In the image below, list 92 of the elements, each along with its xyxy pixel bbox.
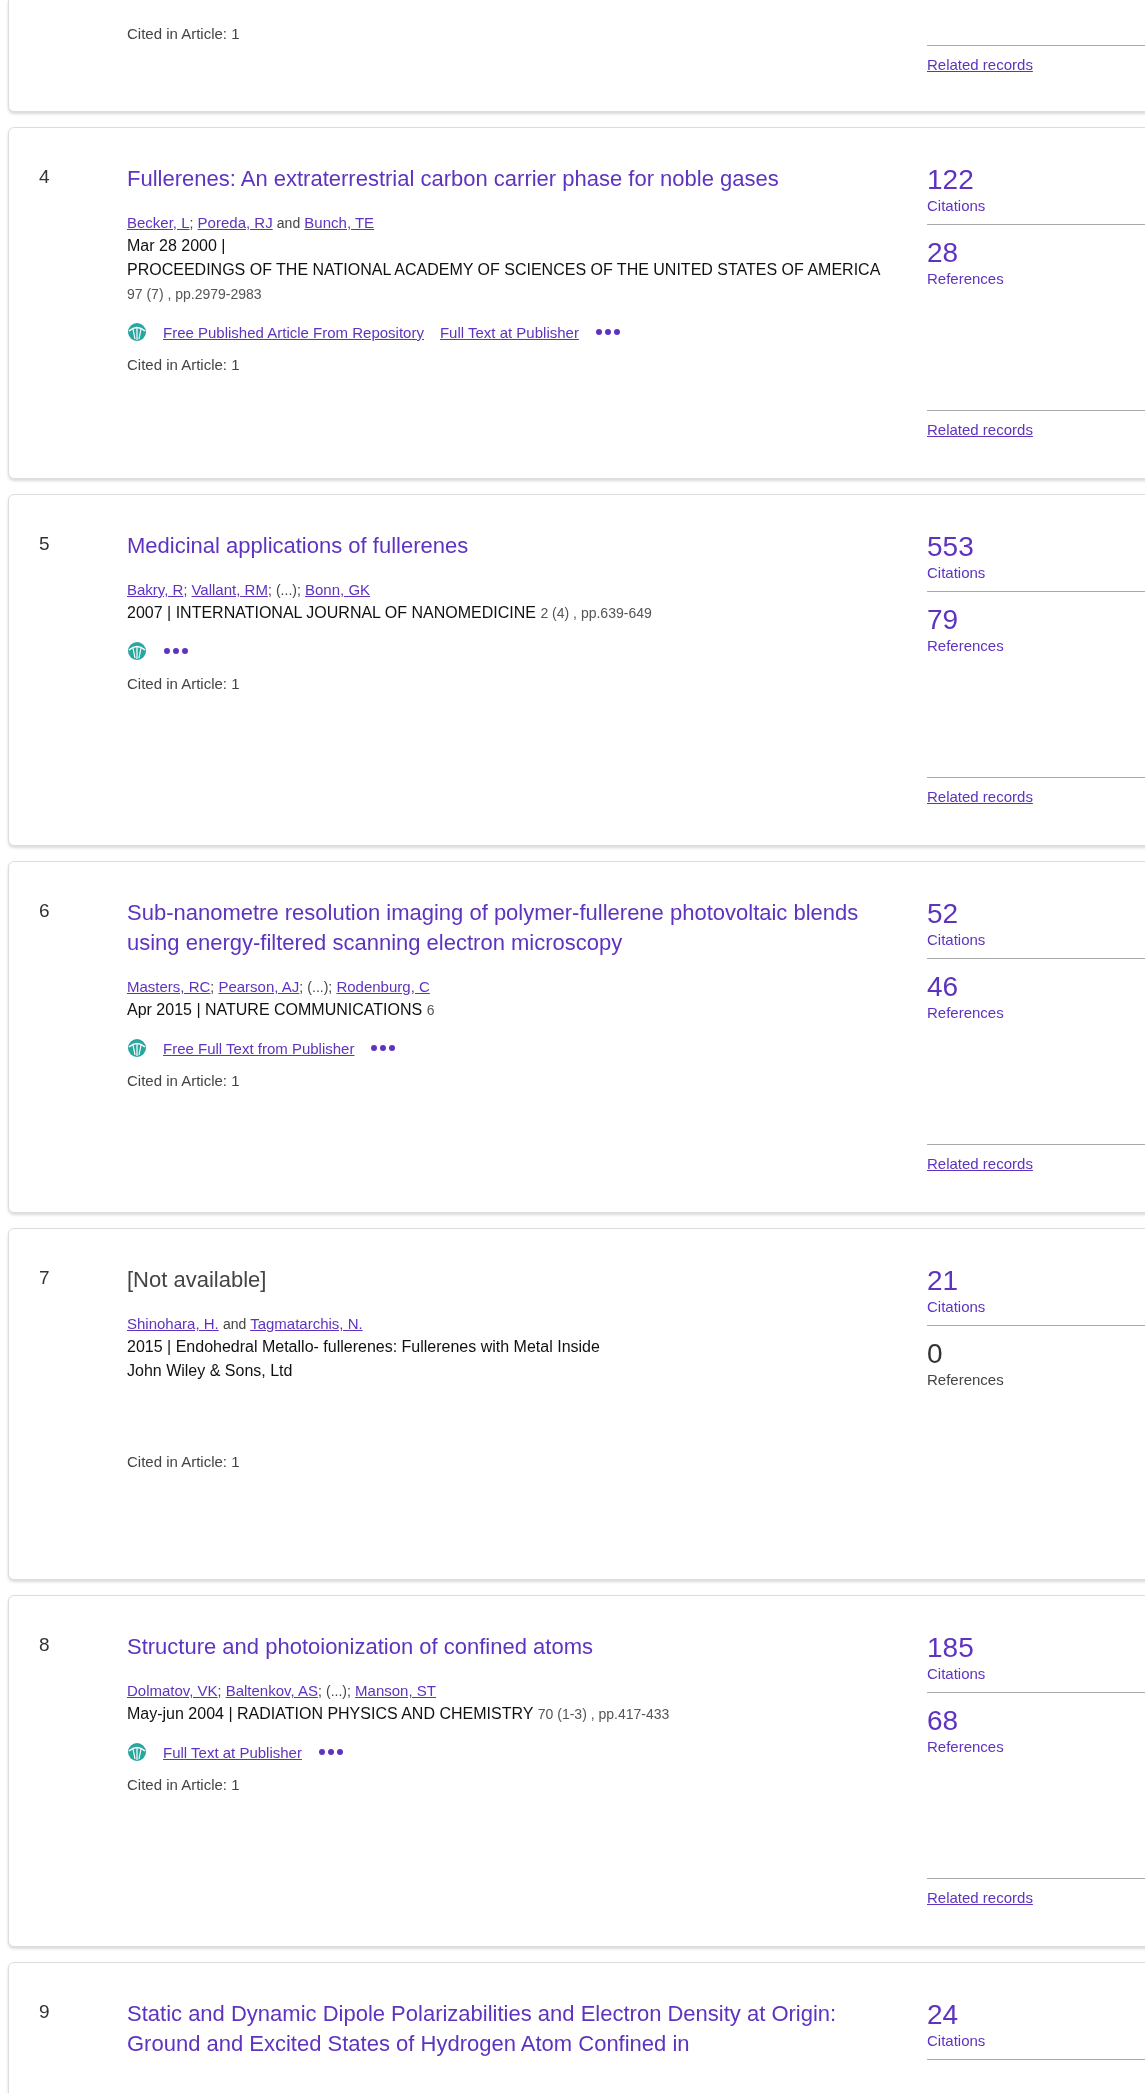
author-separator: (...); <box>275 582 301 598</box>
publisher: John Wiley & Sons, Ltd <box>127 1362 293 1379</box>
author-separator: (...); <box>326 1683 351 1699</box>
publication-date: Apr 2015 | <box>127 1001 201 1018</box>
author-link[interactable]: Bunch, TE <box>304 214 375 231</box>
cited-count: Cited in Article: 1 <box>127 25 241 42</box>
record-number: 9 <box>38 2000 51 2023</box>
author-link[interactable]: Becker, L <box>127 214 190 231</box>
author-separator: ; <box>299 979 304 995</box>
cited-count: Cited in Article: 1 <box>127 675 241 692</box>
volume-pages: 97 (7) , pp.2979-2983 <box>127 285 262 304</box>
full-text-link[interactable]: Free Full Text from Publisher <box>163 1039 355 1057</box>
author-link[interactable]: Dolmatov, VK <box>127 1682 218 1699</box>
record-title[interactable]: Static and Dynamic Dipole Polarizabilities and Electron Density at Origin: Ground and Excited States of Hydrogen Atom Confined in <box>127 1999 897 2059</box>
cited-count: Cited in Article: 1 <box>127 1072 241 1089</box>
count-link[interactable]: 52 <box>927 898 959 930</box>
record-title[interactable]: Sub-nanometre resolution imaging of polymer-fullerene photovoltaic blends using energy-filtered scanning electron microscopy <box>127 898 897 958</box>
record-number: 6 <box>38 899 51 922</box>
author-separator: ; <box>189 215 194 231</box>
count-link[interactable]: 28 <box>927 237 959 269</box>
more-icon[interactable] <box>163 647 189 655</box>
record-number: 4 <box>38 165 51 188</box>
full-text-link[interactable]: Full Text at Publisher <box>439 323 579 341</box>
count-link[interactable]: 79 <box>927 604 959 636</box>
journal-name: Endohedral Metallo- fullerenes: Fullerenes with Metal Inside <box>175 1337 600 1357</box>
author-link[interactable]: Shinohara, H. <box>127 1315 219 1332</box>
count-link[interactable]: 553 <box>927 531 974 563</box>
author-separator: and <box>222 1316 247 1332</box>
metric-link[interactable]: Citations <box>927 1297 986 1317</box>
author-link[interactable]: Rodenburg, C <box>336 978 430 995</box>
metric-link[interactable]: Citations <box>927 930 986 950</box>
record-title[interactable]: Structure and photoionization of confined atoms <box>127 1632 897 1662</box>
record-number: 8 <box>38 1633 51 1656</box>
full-text-link[interactable]: Free Published Article From Repository <box>163 323 424 341</box>
publication-date: Mar 28 2000 | <box>127 237 226 254</box>
author-separator: (...); <box>307 979 333 995</box>
full-text-link[interactable]: Full Text at Publisher <box>163 1743 302 1761</box>
related-records-link[interactable]: Related records <box>927 56 1033 73</box>
count-value: 0 <box>927 1338 943 1370</box>
publication-date: 2007 | <box>127 604 172 621</box>
metric-link[interactable]: Citations <box>927 2031 986 2051</box>
count-link[interactable]: 24 <box>927 1999 959 2031</box>
related-records-link[interactable]: Related records <box>927 1155 1033 1172</box>
count-link[interactable]: 46 <box>927 971 959 1003</box>
related-records-link[interactable]: Related records <box>927 1889 1033 1906</box>
record-title[interactable]: Fullerenes: An extraterrestrial carbon carrier phase for noble gases <box>127 164 897 194</box>
more-icon[interactable] <box>594 328 621 336</box>
metric-link[interactable]: References <box>927 636 1004 656</box>
count-link[interactable]: 122 <box>927 164 974 196</box>
volume-pages: 70 (1-3) , pp.417-433 <box>537 1705 670 1724</box>
author-separator: ; <box>183 582 188 598</box>
journal-name: RADIATION PHYSICS AND CHEMISTRY <box>237 1704 534 1724</box>
record-title[interactable]: Medicinal applications of fullerenes <box>127 531 897 561</box>
cited-count: Cited in Article: 1 <box>127 356 241 373</box>
author-link[interactable]: Vallant, RM <box>191 581 268 598</box>
journal-name: INTERNATIONAL JOURNAL OF NANOMEDICINE <box>175 603 536 623</box>
metric-link[interactable]: Citations <box>927 196 986 216</box>
author-separator: ; <box>217 1683 222 1699</box>
metric-link[interactable]: References <box>927 269 1004 289</box>
author-link[interactable]: Manson, ST <box>355 1682 436 1699</box>
metric-link[interactable]: Citations <box>927 563 986 583</box>
author-link[interactable]: Poreda, RJ <box>197 214 273 231</box>
count-link[interactable]: 185 <box>927 1632 974 1664</box>
metric-link[interactable]: References <box>927 1003 1004 1023</box>
author-separator: ; <box>267 582 272 598</box>
author-link[interactable]: Bonn, GK <box>305 581 371 598</box>
metric-caption: References <box>927 1370 1004 1390</box>
metric-link[interactable]: References <box>927 1737 1004 1757</box>
author-separator: ; <box>317 1683 322 1699</box>
related-records-link[interactable]: Related records <box>927 788 1033 805</box>
author-link[interactable]: Pearson, AJ <box>218 978 300 995</box>
metric-link[interactable]: Citations <box>927 1664 986 1684</box>
more-icon[interactable] <box>317 1748 344 1756</box>
count-link[interactable]: 21 <box>927 1265 959 1297</box>
journal-name: PROCEEDINGS OF THE NATIONAL ACADEMY OF SCIENCES OF THE UNITED STATES OF AMERICA <box>127 260 881 280</box>
cited-count: Cited in Article: 1 <box>127 1776 241 1793</box>
author-link[interactable]: Tagmatarchis, N. <box>250 1315 363 1332</box>
journal-name: NATURE COMMUNICATIONS <box>205 1000 423 1020</box>
author-separator: and <box>276 215 301 231</box>
volume-pages: 2 (4) , pp.639-649 <box>540 604 652 623</box>
more-icon[interactable] <box>370 1044 397 1052</box>
author-link[interactable]: Baltenkov, AS <box>225 1682 318 1699</box>
record-number: 7 <box>38 1266 51 1289</box>
author-separator: ; <box>210 979 215 995</box>
cited-count: Cited in Article: 1 <box>127 1453 241 1470</box>
related-records-link[interactable]: Related records <box>927 421 1033 438</box>
record-number: 5 <box>38 532 51 555</box>
count-link[interactable]: 68 <box>927 1705 959 1737</box>
record-title: [Not available] <box>127 1266 268 1294</box>
publication-date: May-jun 2004 | <box>127 1705 233 1722</box>
volume-pages: 6 <box>426 1001 435 1020</box>
publication-date: 2015 | <box>127 1338 172 1355</box>
